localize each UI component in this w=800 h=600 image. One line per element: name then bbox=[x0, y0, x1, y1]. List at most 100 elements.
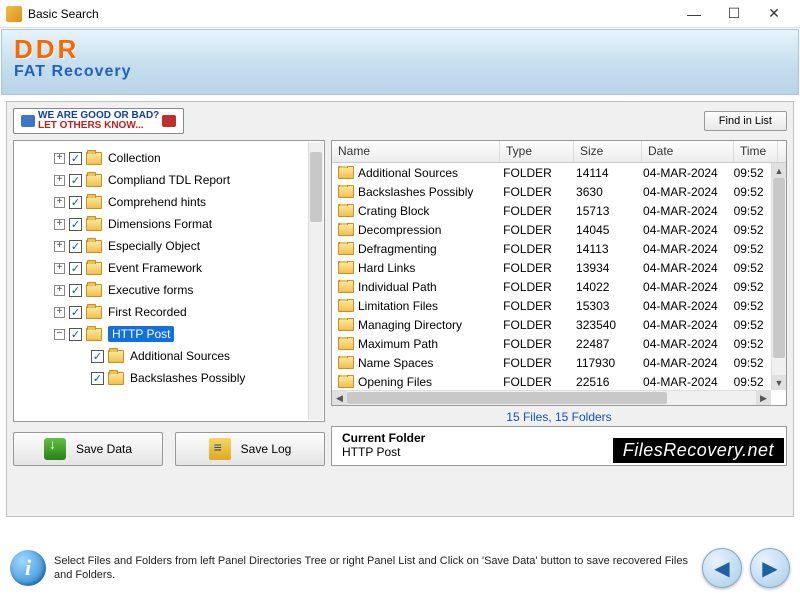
row-date: 04-MAR-2024 bbox=[637, 356, 728, 370]
feedback-badge[interactable]: WE ARE GOOD OR BAD? LET OTHERS KNOW... bbox=[13, 108, 184, 134]
scroll-down-icon[interactable]: ▼ bbox=[772, 375, 786, 390]
scroll-right-icon[interactable]: ▶ bbox=[756, 391, 771, 405]
expand-icon[interactable]: + bbox=[54, 175, 65, 186]
row-size: 117930 bbox=[570, 356, 637, 370]
tree-label: Executive forms bbox=[108, 283, 193, 297]
table-row[interactable]: Additional SourcesFOLDER1411404-MAR-2024… bbox=[332, 163, 771, 182]
next-button[interactable]: ▶ bbox=[750, 548, 790, 588]
footer-text: Select Files and Folders from left Panel… bbox=[54, 554, 694, 583]
folder-icon bbox=[86, 284, 102, 297]
col-type[interactable]: Type bbox=[500, 141, 574, 162]
table-row[interactable]: Individual PathFOLDER1402204-MAR-202409:… bbox=[332, 277, 771, 296]
current-folder-box: Current Folder HTTP Post FilesRecovery.n… bbox=[331, 426, 787, 466]
tree-node[interactable]: + ✓ Compliand TDL Report bbox=[54, 169, 318, 191]
folder-icon bbox=[338, 356, 354, 369]
expand-icon[interactable]: + bbox=[54, 153, 65, 164]
tree-label: Dimensions Format bbox=[108, 217, 212, 231]
checkbox[interactable]: ✓ bbox=[69, 218, 82, 231]
row-size: 323540 bbox=[570, 318, 637, 332]
prev-button[interactable]: ◀ bbox=[702, 548, 742, 588]
tree-node[interactable]: +✓Collection bbox=[54, 147, 318, 169]
expand-icon[interactable]: + bbox=[54, 219, 65, 230]
tree-node[interactable]: +✓Especially Object bbox=[54, 235, 318, 257]
table-row[interactable]: Backslashes PossiblyFOLDER363004-MAR-202… bbox=[332, 182, 771, 201]
folder-icon bbox=[86, 196, 102, 209]
row-size: 15713 bbox=[570, 204, 637, 218]
tree-node[interactable]: −✓HTTP Post bbox=[54, 323, 318, 345]
checkbox[interactable]: ✓ bbox=[69, 306, 82, 319]
tree-node[interactable]: +✓Event Framework bbox=[54, 257, 318, 279]
row-name: Crating Block bbox=[358, 204, 429, 218]
expand-icon[interactable]: + bbox=[54, 241, 65, 252]
table-row[interactable]: Managing DirectoryFOLDER32354004-MAR-202… bbox=[332, 315, 771, 334]
tree-node[interactable]: +✓First Recorded bbox=[54, 301, 318, 323]
row-time: 09:52 bbox=[728, 204, 771, 218]
checkbox[interactable]: ✓ bbox=[69, 262, 82, 275]
col-name[interactable]: Name bbox=[332, 141, 500, 162]
tree-node[interactable]: ✓Backslashes Possibly bbox=[76, 367, 318, 389]
checkbox[interactable]: ✓ bbox=[69, 240, 82, 253]
table-row[interactable]: DecompressionFOLDER1404504-MAR-202409:52 bbox=[332, 220, 771, 239]
checkbox[interactable]: ✓ bbox=[69, 174, 82, 187]
row-type: FOLDER bbox=[497, 223, 570, 237]
checkbox[interactable]: ✓ bbox=[69, 152, 82, 165]
expand-icon[interactable]: + bbox=[54, 285, 65, 296]
row-date: 04-MAR-2024 bbox=[637, 185, 728, 199]
folder-icon bbox=[86, 328, 102, 341]
folder-icon bbox=[338, 166, 354, 179]
tree-node[interactable]: +✓Comprehend hints bbox=[54, 191, 318, 213]
save-data-button[interactable]: Save Data bbox=[13, 432, 163, 466]
row-date: 04-MAR-2024 bbox=[637, 375, 728, 389]
log-icon bbox=[209, 438, 231, 460]
close-button[interactable]: ✕ bbox=[754, 0, 794, 28]
folder-icon bbox=[338, 375, 354, 388]
table-row[interactable]: Opening FilesFOLDER2251604-MAR-202409:52 bbox=[332, 372, 771, 390]
tree-node[interactable]: ✓ Additional Sources bbox=[76, 345, 318, 367]
table-row[interactable]: Maximum PathFOLDER2248704-MAR-202409:52 bbox=[332, 334, 771, 353]
row-size: 14114 bbox=[570, 166, 637, 180]
table-row[interactable]: Hard LinksFOLDER1393404-MAR-202409:52 bbox=[332, 258, 771, 277]
footer: i Select Files and Folders from left Pan… bbox=[10, 546, 790, 590]
save-data-label: Save Data bbox=[76, 442, 132, 456]
folder-icon bbox=[338, 242, 354, 255]
minimize-button[interactable]: — bbox=[674, 0, 714, 28]
folder-icon bbox=[86, 306, 102, 319]
row-type: FOLDER bbox=[497, 318, 570, 332]
table-row[interactable]: Crating BlockFOLDER1571304-MAR-202409:52 bbox=[332, 201, 771, 220]
col-size[interactable]: Size bbox=[574, 141, 642, 162]
list-vscrollbar[interactable]: ▲ ▼ bbox=[771, 163, 786, 390]
row-time: 09:52 bbox=[728, 185, 771, 199]
tree-label: Additional Sources bbox=[130, 349, 230, 363]
tree-label: Compliand TDL Report bbox=[108, 173, 230, 187]
col-time[interactable]: Time bbox=[734, 141, 778, 162]
table-row[interactable]: Limitation FilesFOLDER1530304-MAR-202409… bbox=[332, 296, 771, 315]
table-row[interactable]: DefragmentingFOLDER1411304-MAR-202409:52 bbox=[332, 239, 771, 258]
row-date: 04-MAR-2024 bbox=[637, 299, 728, 313]
find-in-list-button[interactable]: Find in List bbox=[704, 111, 787, 131]
tree-scrollbar[interactable] bbox=[308, 142, 323, 420]
row-name: Backslashes Possibly bbox=[358, 185, 473, 199]
row-size: 22516 bbox=[570, 375, 637, 389]
scroll-up-icon[interactable]: ▲ bbox=[772, 163, 786, 178]
checkbox[interactable]: ✓ bbox=[91, 372, 104, 385]
expand-icon[interactable]: + bbox=[54, 307, 65, 318]
checkbox[interactable]: ✓ bbox=[69, 284, 82, 297]
save-log-label: Save Log bbox=[241, 442, 292, 456]
row-name: Name Spaces bbox=[358, 356, 433, 370]
expand-icon[interactable]: + bbox=[54, 263, 65, 274]
checkbox[interactable]: ✓ bbox=[69, 328, 82, 341]
col-date[interactable]: Date bbox=[642, 141, 734, 162]
tree-node[interactable]: + ✓ Executive forms bbox=[54, 279, 318, 301]
folder-icon bbox=[338, 280, 354, 293]
expand-icon[interactable]: − bbox=[54, 329, 65, 340]
checkbox[interactable]: ✓ bbox=[69, 196, 82, 209]
scroll-left-icon[interactable]: ◀ bbox=[332, 391, 347, 405]
save-log-button[interactable]: Save Log bbox=[175, 432, 325, 466]
table-row[interactable]: Name SpacesFOLDER11793004-MAR-202409:52 bbox=[332, 353, 771, 372]
list-hscrollbar[interactable]: ◀ ▶ bbox=[332, 390, 771, 405]
expand-icon[interactable]: + bbox=[54, 197, 65, 208]
checkbox[interactable]: ✓ bbox=[91, 350, 104, 363]
maximize-button[interactable]: ☐ bbox=[714, 0, 754, 28]
folder-icon bbox=[338, 299, 354, 312]
tree-node[interactable]: + ✓ Dimensions Format bbox=[54, 213, 318, 235]
